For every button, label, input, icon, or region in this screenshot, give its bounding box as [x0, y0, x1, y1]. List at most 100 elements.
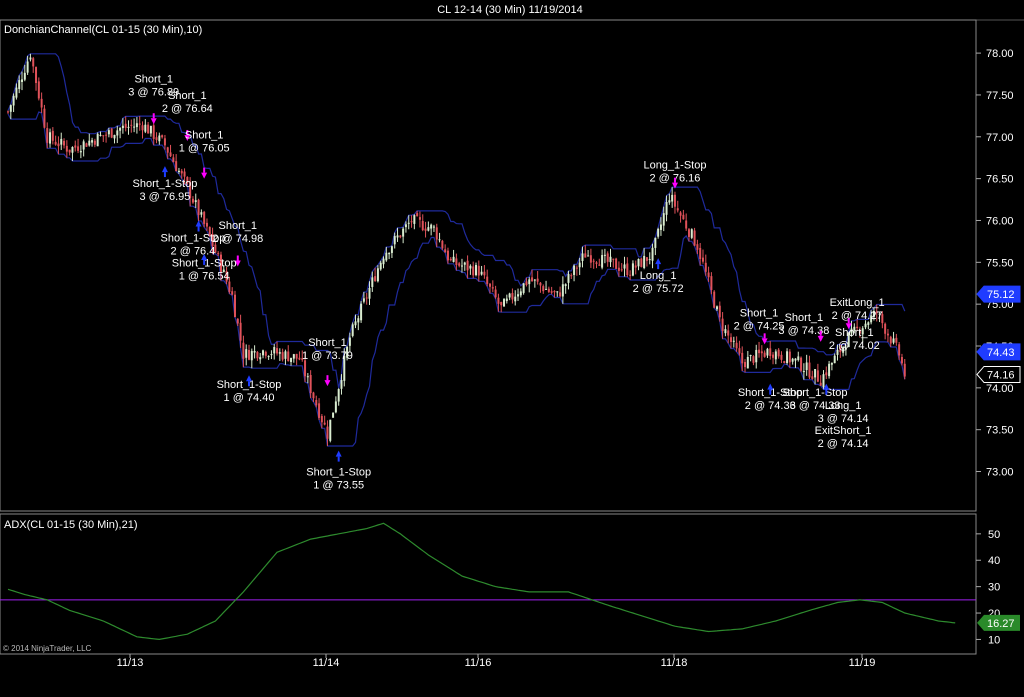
candle-body: [710, 276, 713, 290]
price-tag-label: 74.16: [987, 369, 1015, 381]
trade-annotation-line: 2 @ 74.14: [818, 438, 869, 450]
candle-body: [399, 235, 402, 238]
trade-annotation-line: Short_1: [740, 308, 779, 320]
candle-body: [407, 222, 410, 224]
trade-annotation-line: Short_1: [185, 129, 224, 141]
trade-arrow-shaft: [657, 264, 660, 270]
candle-body: [766, 348, 769, 356]
trade-annotation-line: Short_1: [134, 73, 173, 85]
candle-body: [744, 362, 747, 368]
candle-body: [340, 380, 343, 389]
candle-body: [489, 283, 492, 287]
candle-body: [304, 360, 307, 377]
candle-body: [780, 354, 783, 360]
trade-arrow-shaft: [326, 375, 329, 381]
window-title: CL 12-14 (30 Min) 11/19/2014: [437, 4, 583, 16]
candle-body: [617, 267, 620, 271]
trade-annotation: ExitShort_12 @ 74.14: [815, 425, 872, 450]
candle-body: [606, 253, 609, 262]
time-axis-label: 11/19: [849, 657, 876, 669]
candle-body: [825, 372, 828, 376]
candle-body: [805, 362, 808, 371]
candle-body: [783, 361, 786, 364]
candle-body: [651, 247, 654, 261]
candle-body: [379, 262, 382, 270]
candle-body: [629, 274, 632, 276]
time-axis-label: 11/13: [117, 657, 144, 669]
candle-body: [830, 362, 833, 365]
candle-body: [679, 212, 682, 216]
candle-body: [435, 227, 438, 240]
candle-body: [623, 264, 626, 269]
candle-body: [662, 213, 665, 226]
candle-body: [32, 58, 35, 67]
candle: [783, 360, 786, 364]
candle-body: [197, 199, 200, 216]
candle-body: [292, 354, 295, 359]
trade-annotation-line: 1 @ 74.40: [224, 392, 275, 404]
candle-body: [528, 279, 531, 285]
trade-annotation-line: ExitShort_1: [815, 425, 872, 437]
candle-body: [452, 256, 455, 262]
candle-body: [191, 198, 194, 203]
candle-body: [741, 352, 744, 364]
candle-body: [721, 318, 724, 332]
candle-body: [77, 146, 80, 151]
candle-body: [7, 111, 9, 113]
candle-body: [91, 140, 94, 143]
candle: [690, 228, 693, 240]
trade-arrow-shaft: [673, 177, 676, 183]
price-panel-title: DonchianChannel(CL 01-15 (30 Min),10): [4, 24, 202, 36]
candle-body: [357, 318, 360, 323]
time-axis-label: 11/16: [465, 657, 492, 669]
candle-body: [430, 224, 433, 229]
candle: [693, 227, 696, 247]
candle-body: [444, 249, 447, 253]
candle-body: [424, 228, 427, 231]
candle-body: [421, 220, 424, 231]
candle-body: [612, 258, 615, 260]
candle-body: [273, 347, 276, 354]
candle-body: [309, 374, 312, 394]
candle-body: [278, 352, 281, 354]
candle-body: [685, 220, 688, 229]
candle-body: [564, 284, 567, 287]
candle-body: [393, 236, 396, 245]
candle-body: [889, 336, 892, 344]
time-axis-label: 11/14: [313, 657, 340, 669]
candle-body: [175, 161, 178, 172]
candle-body: [643, 255, 646, 269]
candle-body: [900, 357, 903, 364]
candle-body: [172, 157, 175, 163]
candle-body: [455, 258, 458, 266]
candle-body: [676, 208, 679, 211]
adx-axis-label: 10: [988, 634, 1000, 646]
candle-body: [135, 123, 138, 128]
trade-annotation-line: Short_1: [308, 337, 347, 349]
candle-body: [416, 213, 419, 217]
candle-body: [21, 79, 24, 82]
trade-arrow-shaft: [825, 389, 828, 395]
candle-body: [35, 67, 38, 83]
candle-body: [713, 291, 716, 308]
candle-body: [788, 351, 791, 363]
candle-body: [23, 72, 26, 80]
candle-body: [575, 267, 578, 269]
candle-body: [867, 322, 870, 325]
trade-annotation: Short_1-Stop1 @ 76.54: [172, 253, 237, 283]
candle-body: [687, 229, 690, 237]
candle-body: [46, 128, 49, 143]
candle-body: [693, 230, 696, 246]
candle-body: [323, 422, 326, 425]
candle-body: [791, 358, 794, 362]
candle-body: [466, 260, 469, 271]
candle-body: [730, 337, 733, 343]
candle-body: [82, 141, 85, 150]
candle-body: [388, 253, 391, 255]
candle-body: [113, 134, 116, 139]
candle-body: [276, 348, 279, 354]
candle-body: [763, 352, 766, 357]
candle-body: [68, 149, 71, 153]
candle-body: [477, 265, 480, 276]
trade-annotation-line: Short_1-Stop: [161, 232, 226, 244]
